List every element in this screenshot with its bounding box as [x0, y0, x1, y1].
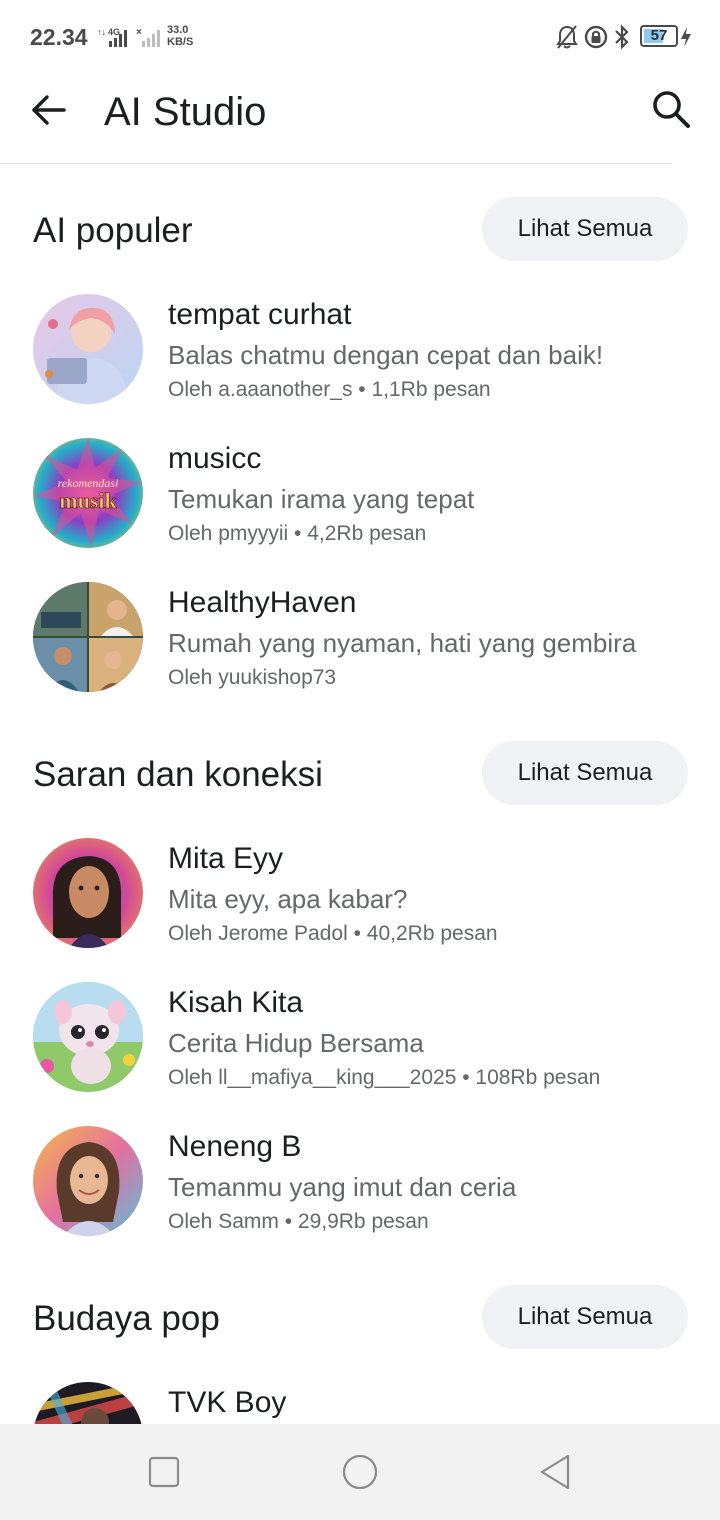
list-item[interactable]: TVK Boy: [0, 1382, 720, 1424]
triangle-back-icon[interactable]: [536, 1452, 576, 1492]
svg-text:↑↓: ↑↓: [97, 27, 106, 37]
bluetooth-icon: [615, 24, 629, 50]
item-meta: Oleh ll__mafiya__king___2025 • 108Rb pes…: [168, 1066, 601, 1089]
back-arrow-icon[interactable]: [26, 86, 74, 134]
item-description: Rumah yang nyaman, hati yang gembira: [168, 628, 637, 658]
section-title-budaya-pop: Budaya pop: [33, 1299, 220, 1338]
item-meta: Oleh Samm • 29,9Rb pesan: [168, 1210, 429, 1233]
network-speed-unit: KB/S: [167, 36, 194, 48]
section-title-ai-populer: AI populer: [33, 211, 193, 250]
item-name: Mita Eyy: [168, 842, 284, 875]
cellular-signal-2-icon: ×: [136, 27, 160, 47]
item-name: Kisah Kita: [168, 986, 304, 1019]
avatar: [33, 1382, 143, 1424]
item-name: Neneng B: [168, 1130, 302, 1163]
charging-bolt-icon: [681, 27, 691, 47]
item-meta: Oleh pmyyyii • 4,2Rb pesan: [168, 522, 427, 545]
search-icon[interactable]: [648, 86, 694, 132]
list-item[interactable]: HealthyHaven Rumah yang nyaman, hati yan…: [0, 582, 720, 712]
item-name: TVK Boy: [168, 1386, 287, 1419]
item-description: Cerita Hidup Bersama: [168, 1028, 424, 1058]
list-item[interactable]: rekomendasi musik musicc Temukan irama y…: [0, 438, 720, 568]
rotation-lock-icon: [584, 25, 608, 49]
page-title: AI Studio: [104, 90, 267, 134]
item-name: musicc: [168, 442, 262, 475]
avatar-text-bottom: musik: [59, 488, 117, 513]
item-name: tempat curhat: [168, 298, 352, 331]
network-type: 4G: [108, 27, 120, 37]
list-item[interactable]: Mita Eyy Mita eyy, apa kabar? Oleh Jerom…: [0, 838, 720, 968]
network-speed: 33.0 KB/S: [167, 24, 193, 48]
cellular-signal-icon: ↑↓ 4G: [97, 27, 127, 47]
square-recents-icon[interactable]: [144, 1452, 184, 1492]
system-navigation-bar: [0, 1424, 720, 1520]
item-meta: Oleh a.aaanother_s • 1,1Rb pesan: [168, 378, 491, 401]
avatar: rekomendasi musik: [33, 438, 143, 548]
item-description: Temukan irama yang tepat: [168, 484, 475, 514]
list-item[interactable]: tempat curhat Balas chatmu dengan cepat …: [0, 294, 720, 424]
app-header: AI Studio: [0, 72, 720, 164]
avatar: [33, 982, 143, 1092]
avatar: [33, 838, 143, 948]
see-all-button[interactable]: Lihat Semua: [482, 1285, 688, 1349]
avatar: [33, 1126, 143, 1236]
status-time: 22.34: [30, 24, 88, 50]
see-all-button[interactable]: Lihat Semua: [482, 741, 688, 805]
section-title-saran-dan-koneksi: Saran dan koneksi: [33, 755, 323, 794]
status-bar: 22.34 ↑↓ 4G × 33.0 KB/S 57: [0, 0, 720, 72]
item-description: Temanmu yang imut dan ceria: [168, 1172, 517, 1202]
list-item[interactable]: Neneng B Temanmu yang imut dan ceria Ole…: [0, 1126, 720, 1256]
bell-off-icon: [556, 25, 578, 49]
item-description: Mita eyy, apa kabar?: [168, 884, 408, 914]
item-meta: Oleh Jerome Padol • 40,2Rb pesan: [168, 922, 498, 945]
header-divider: [0, 163, 672, 164]
svg-text:×: ×: [136, 27, 142, 38]
battery-level: 57: [650, 27, 668, 44]
avatar: [33, 294, 143, 404]
list-item[interactable]: Kisah Kita Cerita Hidup Bersama Oleh ll_…: [0, 982, 720, 1112]
battery-icon: 57: [640, 25, 678, 47]
item-name: HealthyHaven: [168, 586, 357, 619]
network-speed-value: 33.0: [167, 24, 189, 36]
see-all-button[interactable]: Lihat Semua: [482, 197, 688, 261]
circle-home-icon[interactable]: [340, 1452, 380, 1492]
item-description: Balas chatmu dengan cepat dan baik!: [168, 340, 604, 370]
avatar: [33, 582, 143, 692]
item-meta: Oleh yuukishop73: [168, 666, 337, 689]
